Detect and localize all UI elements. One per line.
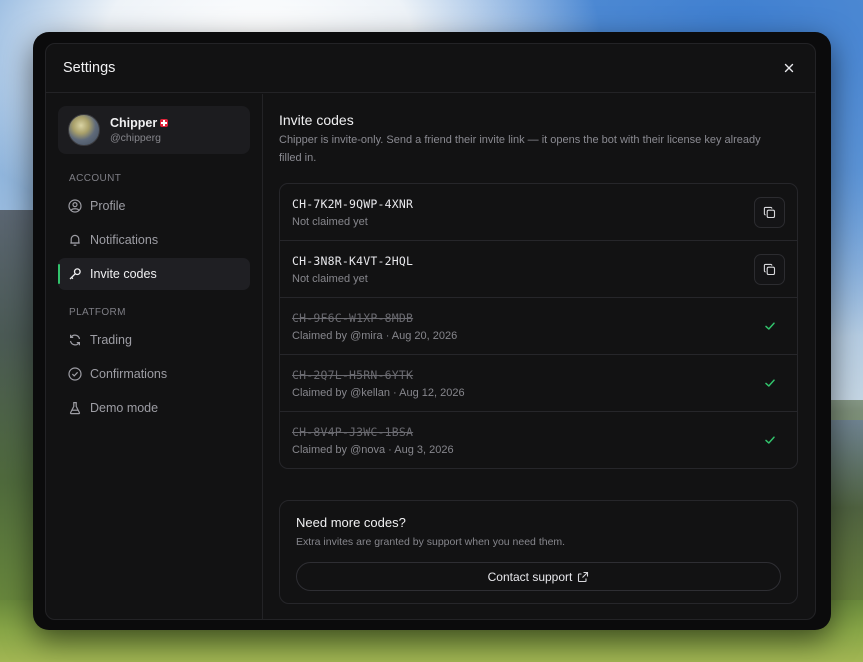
list-item: CH-2Q7L-H5RN-6YTK Claimed by @kellan · A…: [280, 355, 797, 412]
page-description: Chipper is invite-only. Send a friend th…: [279, 134, 761, 164]
contact-support-button[interactable]: Contact support: [296, 562, 781, 591]
sidebar: Chipper @chipperg ACCOUNT Profile Notifi…: [46, 94, 263, 619]
settings-header: Settings: [46, 44, 815, 93]
close-button[interactable]: [779, 58, 799, 78]
refresh-icon: [69, 334, 81, 346]
sidebar-item-label: Invite codes: [90, 267, 157, 281]
sidebar-item-notifications[interactable]: Notifications: [58, 224, 250, 256]
more-codes-card: Need more codes? Extra invites are grant…: [279, 500, 798, 604]
content-area: Invite codes Chipper is invite-only. Sen…: [279, 94, 798, 619]
contact-support-label: Contact support: [487, 569, 573, 584]
claimed-check-icon: [754, 425, 785, 456]
list-item: CH-8V4P-J3WC-1BSA Claimed by @nova · Aug…: [280, 412, 797, 468]
check-icon: [764, 322, 775, 330]
external-link-icon: [578, 571, 589, 582]
copy-icon: [763, 206, 776, 218]
invite-code: CH-7K2M-9QWP-4XNR: [292, 196, 414, 211]
check-icon: [764, 379, 775, 387]
more-codes-title: Need more codes?: [296, 515, 406, 530]
list-item: CH-3N8R-K4VT-2HQL Not claimed yet: [280, 241, 797, 298]
profile-name: Chipper: [110, 116, 158, 130]
sidebar-item-trading[interactable]: Trading: [58, 324, 250, 356]
sidebar-item-invite-codes[interactable]: Invite codes: [58, 258, 250, 290]
code-status: Not claimed yet: [292, 215, 368, 228]
settings-title: Settings: [63, 60, 116, 76]
invite-code: CH-8V4P-J3WC-1BSA: [292, 424, 414, 439]
code-status: Claimed by @kellan · Aug 12, 2026: [292, 386, 465, 399]
avatar: [68, 114, 100, 146]
list-item: CH-9F6C-W1XP-8MDB Claimed by @mira · Aug…: [280, 298, 797, 355]
check-icon: [764, 436, 775, 444]
sidebar-item-label: Demo mode: [90, 401, 159, 415]
page-title: Invite codes: [279, 112, 354, 128]
invite-code: CH-2Q7L-H5RN-6YTK: [292, 367, 414, 382]
code-status: Not claimed yet: [292, 272, 368, 285]
claimed-check-icon: [754, 368, 785, 399]
sidebar-item-label: Confirmations: [90, 367, 168, 381]
sidebar-item-profile[interactable]: Profile: [58, 190, 250, 222]
more-codes-description: Extra invites are granted by support whe…: [296, 536, 566, 548]
section-label-account: ACCOUNT: [69, 173, 122, 184]
profile-card[interactable]: Chipper @chipperg: [58, 106, 250, 154]
list-item: CH-7K2M-9QWP-4XNR Not claimed yet: [280, 184, 797, 241]
bell-icon: [70, 234, 80, 246]
sidebar-item-demo-mode[interactable]: Demo mode: [58, 392, 250, 424]
flask-icon: [69, 402, 81, 415]
user-circle-icon: [68, 199, 82, 213]
invite-code: CH-9F6C-W1XP-8MDB: [292, 310, 414, 325]
sidebar-item-label: Notifications: [90, 233, 159, 247]
invite-code: CH-3N8R-K4VT-2HQL: [292, 253, 414, 268]
invite-codes-list: CH-7K2M-9QWP-4XNR Not claimed yet CH-3N8…: [279, 183, 798, 469]
section-label-platform: PLATFORM: [69, 307, 126, 318]
swiss-flag-icon: [160, 119, 169, 127]
check-circle-icon: [68, 367, 82, 381]
close-icon: [784, 63, 794, 73]
sidebar-item-label: Profile: [90, 199, 126, 213]
copy-button[interactable]: [754, 253, 785, 285]
copy-button[interactable]: [754, 196, 785, 228]
profile-handle: @chipperg: [110, 132, 161, 144]
key-icon: [69, 268, 81, 280]
code-status: Claimed by @mira · Aug 20, 2026: [292, 329, 458, 342]
settings-panel: Settings Chipper @chipperg ACCOUNT Profi…: [45, 43, 816, 620]
code-status: Claimed by @nova · Aug 3, 2026: [292, 443, 454, 456]
sidebar-item-confirmations[interactable]: Confirmations: [58, 358, 250, 390]
sidebar-item-label: Trading: [90, 333, 132, 347]
copy-icon: [763, 263, 776, 275]
settings-window: Settings Chipper @chipperg ACCOUNT Profi…: [33, 32, 831, 630]
claimed-check-icon: [754, 311, 785, 342]
